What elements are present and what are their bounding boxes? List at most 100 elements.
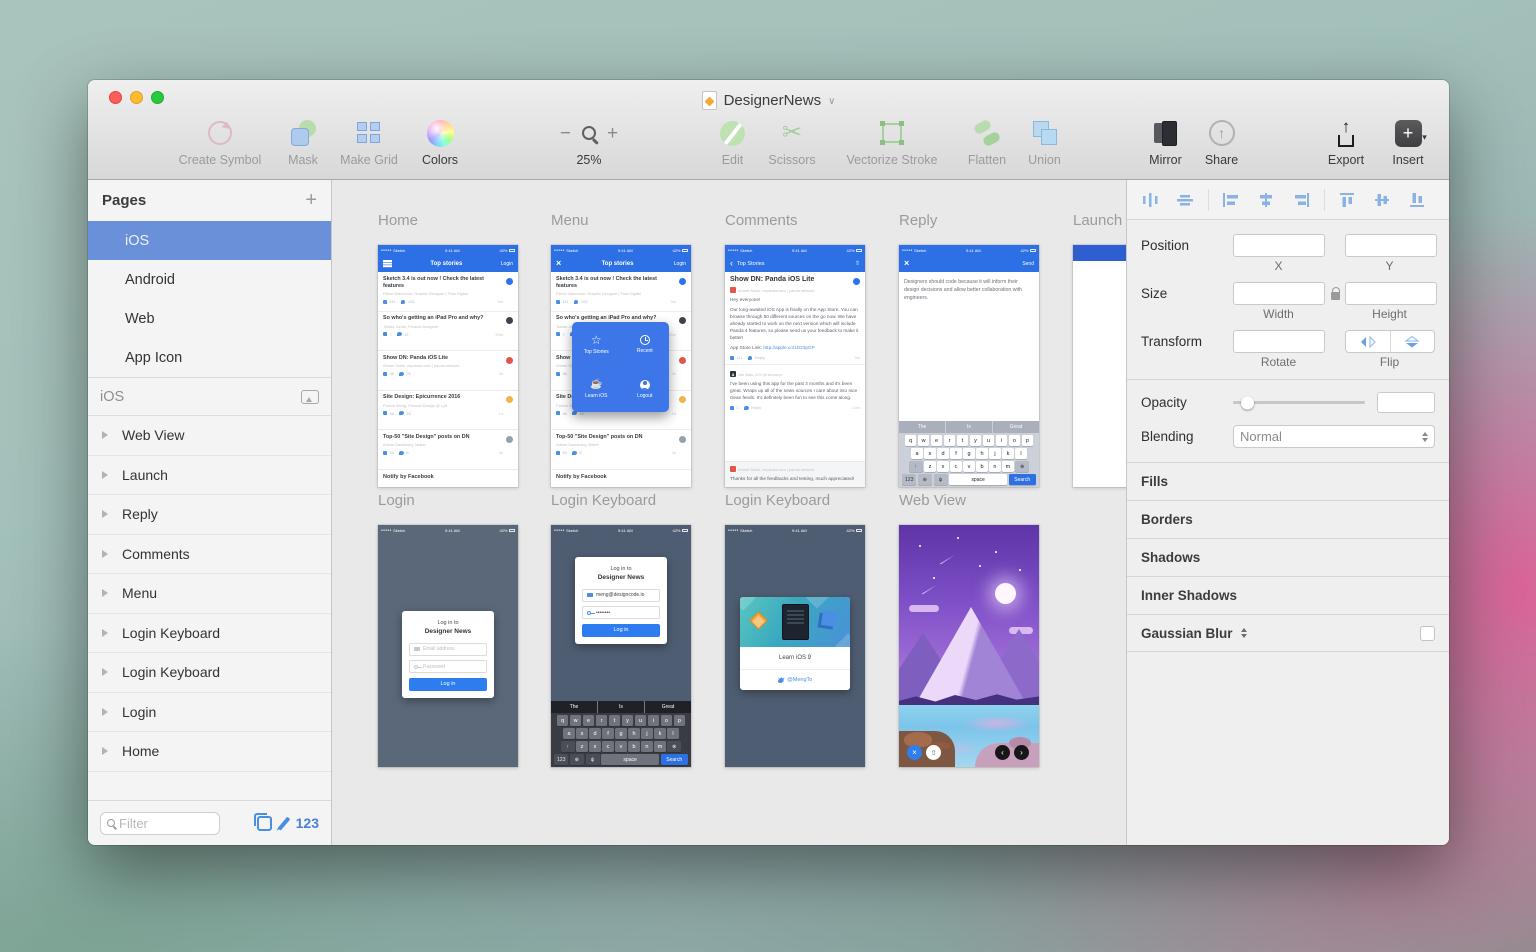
align-bottom-icon[interactable]	[1407, 192, 1427, 207]
mic-key[interactable]: ψ	[933, 474, 948, 485]
disclosure-triangle-icon[interactable]	[102, 549, 112, 558]
artboard-launch[interactable]	[1073, 245, 1126, 487]
login-button[interactable]: Log in	[582, 623, 660, 637]
shift-key[interactable]: ↑	[908, 461, 923, 472]
menu-recent[interactable]: Recent	[621, 322, 670, 367]
align-top-icon[interactable]	[1337, 192, 1357, 207]
globe-key[interactable]: ⊕	[917, 474, 932, 485]
artboard-label-launch[interactable]: Launch	[1073, 212, 1122, 229]
artboard-menu[interactable]: ●●●●● Sketch 9:41 AM 42% × Top stories Lo…	[551, 245, 691, 487]
toolbar-make-grid[interactable]: Make Grid	[329, 117, 409, 177]
key[interactable]: m	[1002, 461, 1014, 472]
artboard-reply[interactable]: ●●●●● Sketch 9:41 AM 42% × Send Designers…	[899, 245, 1039, 487]
artboard-label-comments[interactable]: Comments	[725, 212, 798, 229]
disclosure-triangle-icon[interactable]	[102, 747, 112, 756]
suggestion-key[interactable]: The	[899, 421, 946, 433]
key[interactable]: b	[628, 741, 640, 752]
disclosure-triangle-icon[interactable]	[102, 668, 112, 677]
toolbar-flatten[interactable]: Flatten	[957, 117, 1017, 177]
layer-row[interactable]: Launch	[88, 456, 331, 495]
distribute-vertically-icon[interactable]	[1175, 193, 1195, 207]
toolbar-vectorize-stroke[interactable]: Vectorize Stroke	[832, 117, 952, 177]
backspace-key[interactable]: ⊗	[1015, 461, 1030, 472]
key[interactable]: v	[963, 461, 975, 472]
disclosure-triangle-icon[interactable]	[102, 510, 112, 519]
zoom-out-button[interactable]: −	[560, 124, 571, 143]
key[interactable]: n	[989, 461, 1001, 472]
width-input[interactable]	[1233, 282, 1325, 305]
key[interactable]: x	[937, 461, 949, 472]
key[interactable]: z	[576, 741, 588, 752]
mic-key[interactable]: ψ	[585, 754, 600, 765]
key[interactable]: h	[628, 728, 640, 739]
key[interactable]: d	[589, 728, 601, 739]
layer-row[interactable]: Login	[88, 693, 331, 732]
suggestion-key[interactable]: Great	[645, 701, 691, 713]
password-field[interactable]: Password	[409, 660, 487, 673]
hamburger-menu-icon[interactable]	[383, 260, 392, 262]
key[interactable]: z	[924, 461, 936, 472]
key[interactable]: v	[615, 741, 627, 752]
search-key[interactable]: Search	[1008, 474, 1036, 485]
key[interactable]: g	[615, 728, 627, 739]
key[interactable]: t	[956, 435, 969, 446]
numbers-key[interactable]: 123	[554, 754, 569, 765]
story-row[interactable]: So who's getting an iPad Pro and why? To…	[378, 312, 518, 351]
toolbar-create-symbol[interactable]: Create Symbol	[165, 117, 275, 177]
distribute-horizontally-icon[interactable]	[1140, 192, 1160, 207]
blur-type-stepper-icon[interactable]	[1240, 625, 1247, 641]
key[interactable]: o	[1008, 435, 1021, 446]
suggestion-key[interactable]: Is	[598, 701, 645, 713]
lock-aspect-icon[interactable]	[1330, 286, 1340, 300]
toolbar-mirror[interactable]: Mirror	[1138, 117, 1193, 177]
key[interactable]: n	[641, 741, 653, 752]
toolbar-mask[interactable]: Mask	[278, 117, 328, 177]
share-webview-button[interactable]: ⇧	[926, 745, 941, 760]
opacity-slider[interactable]	[1233, 396, 1365, 409]
key[interactable]: c	[602, 741, 614, 752]
shift-key[interactable]: ↑	[560, 741, 575, 752]
email-field[interactable]: Email address	[409, 642, 487, 656]
key[interactable]: i	[647, 715, 660, 726]
back-webview-button[interactable]: ‹	[995, 745, 1010, 760]
style-section-header[interactable]: Inner Shadows	[1127, 576, 1449, 614]
artboard-icon[interactable]	[301, 389, 319, 404]
key[interactable]: q	[556, 715, 569, 726]
backspace-key[interactable]: ⊗	[667, 741, 682, 752]
back-label[interactable]: Top Stories	[737, 261, 765, 267]
menu-logout[interactable]: Logout	[621, 367, 670, 412]
toolbar-edit[interactable]: Edit	[710, 117, 755, 177]
story-row[interactable]: Top-50 "Site Design" posts on DN Artiom …	[378, 430, 518, 470]
rotate-input[interactable]	[1233, 330, 1325, 353]
filter-input[interactable]	[119, 815, 199, 831]
zoom-window-button[interactable]	[151, 91, 164, 104]
key[interactable]: d	[937, 448, 949, 459]
suggestion-key[interactable]: Is	[946, 421, 993, 433]
key[interactable]: f	[602, 728, 614, 739]
insert-caret-icon[interactable]: ▾	[1422, 132, 1427, 143]
page-item-app-icon[interactable]: App Icon	[88, 338, 331, 377]
gaussian-blur-checkbox[interactable]	[1420, 625, 1435, 641]
key[interactable]: m	[654, 741, 666, 752]
disclosure-triangle-icon[interactable]	[102, 589, 112, 598]
menu-top-stories[interactable]: ☆ Top Stories	[572, 322, 621, 367]
key[interactable]: p	[1021, 435, 1034, 446]
key[interactable]: t	[608, 715, 621, 726]
align-left-icon[interactable]	[1221, 192, 1241, 207]
align-right-icon[interactable]	[1291, 192, 1311, 207]
artboard-login[interactable]: ●●●●● Sketch 9:41 AM 42% Log in to Design…	[378, 525, 518, 767]
artboard-label-login-keyboard-2[interactable]: Login Keyboard	[725, 492, 830, 509]
style-section-header[interactable]: Fills	[1127, 462, 1449, 500]
title-bar[interactable]: DesignerNews ∨	[88, 80, 1449, 114]
login-link[interactable]: Login	[501, 261, 513, 267]
login-link[interactable]: Login	[674, 261, 686, 267]
flip-vertical-button[interactable]	[1389, 331, 1435, 352]
document-title-group[interactable]: DesignerNews ∨	[701, 90, 835, 110]
key[interactable]: g	[963, 448, 975, 459]
position-y-input[interactable]	[1345, 234, 1437, 257]
opacity-slider-knob[interactable]	[1241, 396, 1254, 409]
toolbar-export[interactable]: ↑ Export	[1316, 117, 1376, 177]
layer-row[interactable]: Menu	[88, 574, 331, 614]
login-button[interactable]: Log in	[409, 677, 487, 691]
page-item-ios[interactable]: iOS	[88, 221, 331, 260]
